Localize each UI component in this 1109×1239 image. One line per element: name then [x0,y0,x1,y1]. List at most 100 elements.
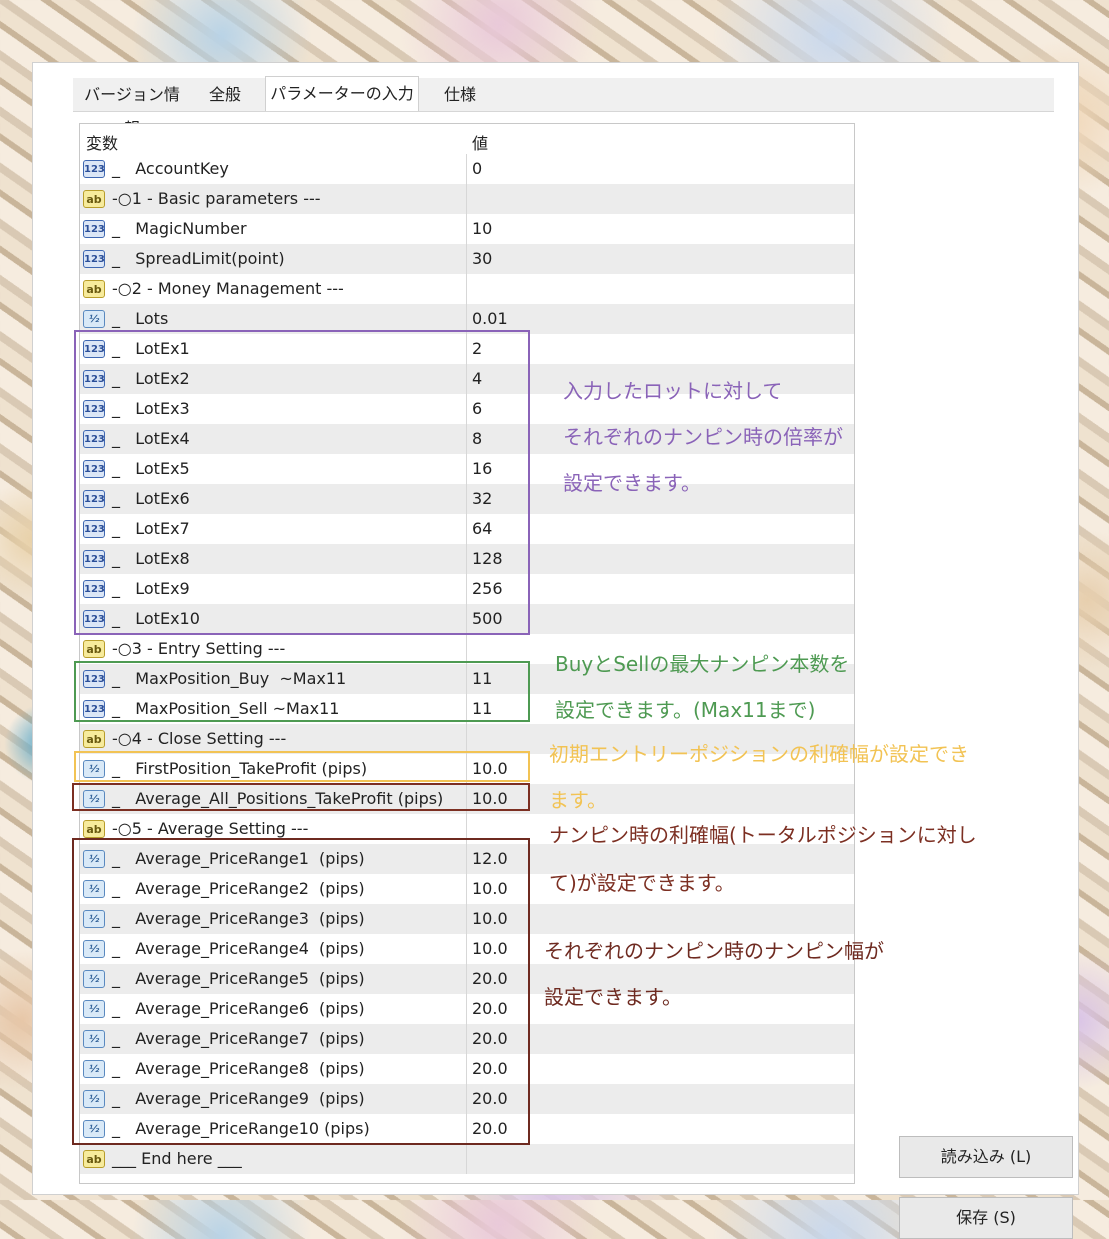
column-header-value[interactable]: 値 [472,130,488,154]
column-divider [466,334,467,364]
parameter-value[interactable]: 256 [472,579,503,598]
parameter-value[interactable]: 11 [472,699,492,718]
parameter-value[interactable]: 20.0 [472,1089,508,1108]
parameter-name: ___ End here ___ [112,1149,242,1168]
double-type-icon: ½ [83,1120,105,1138]
column-divider [466,394,467,424]
parameter-row[interactable]: ½ _ Average_PriceRange10 (pips) 20.0 [80,1114,854,1144]
parameter-row[interactable]: 123 _ MagicNumber 10 [80,214,854,244]
tab-specification[interactable]: 仕様 [425,78,495,112]
parameter-value[interactable]: 10.0 [472,759,508,778]
tab-version-info[interactable]: バージョン情報 [77,78,187,138]
annotation-line: 設定できます。(Max11まで) [555,698,816,722]
parameter-row[interactable]: 123 _ LotEx7 64 [80,514,854,544]
double-type-icon: ½ [83,760,105,778]
annotation-average-take-profit: ナンピン時の利確幅(トータルポジションに対し て)が設定できます。 [549,811,977,907]
parameter-row[interactable]: ½ _ Average_PriceRange7 (pips) 20.0 [80,1024,854,1054]
column-divider [466,484,467,514]
integer-type-icon: 123 [83,550,105,568]
column-divider [466,364,467,394]
parameter-value[interactable]: 8 [472,429,482,448]
annotation-line: ナンピン時の利確幅(トータルポジションに対し [549,823,977,847]
parameter-value[interactable]: 20.0 [472,1059,508,1078]
column-divider [466,754,467,784]
column-divider [466,934,467,964]
parameter-row[interactable]: 123 _ LotEx9 256 [80,574,854,604]
parameter-name: _ LotEx7 [112,519,190,538]
annotation-price-range: それぞれのナンピン時のナンピン幅が 設定できます。 [544,928,884,1020]
tab-input-parameters[interactable]: パラメーターの入力 [265,76,419,111]
parameter-row[interactable]: ½ _ Average_PriceRange8 (pips) 20.0 [80,1054,854,1084]
parameter-name: -○1 - Basic parameters --- [112,189,321,208]
parameter-name: _ Average_PriceRange4 (pips) [112,939,365,958]
parameter-value[interactable]: 2 [472,339,482,358]
parameter-name: _ LotEx10 [112,609,200,628]
parameter-value[interactable]: 16 [472,459,492,478]
parameter-name: _ SpreadLimit(point) [112,249,285,268]
integer-type-icon: 123 [83,490,105,508]
parameter-value[interactable]: 0 [472,159,482,178]
column-divider [466,994,467,1024]
parameter-row[interactable]: 123 _ LotEx10 500 [80,604,854,634]
double-type-icon: ½ [83,1090,105,1108]
parameter-name: _ Average_PriceRange6 (pips) [112,999,365,1018]
load-button[interactable]: 読み込み (L) [899,1136,1073,1178]
parameter-name: -○2 - Money Management --- [112,279,344,298]
parameter-name: _ LotEx8 [112,549,190,568]
parameter-row[interactable]: 123 _ SpreadLimit(point) 30 [80,244,854,274]
parameter-value[interactable]: 0.01 [472,309,508,328]
parameter-value[interactable]: 10.0 [472,789,508,808]
parameter-value[interactable]: 128 [472,549,503,568]
parameter-row[interactable]: 123 _ AccountKey 0 [80,154,854,184]
parameter-value[interactable]: 30 [472,249,492,268]
parameter-value[interactable]: 500 [472,609,503,628]
double-type-icon: ½ [83,790,105,808]
parameter-value[interactable]: 10.0 [472,879,508,898]
parameter-value[interactable]: 10 [472,219,492,238]
parameter-value[interactable]: 11 [472,669,492,688]
column-divider [466,574,467,604]
column-divider [466,244,467,274]
parameter-value[interactable]: 12.0 [472,849,508,868]
column-divider [466,1024,467,1054]
parameter-value[interactable]: 20.0 [472,1029,508,1048]
column-divider [466,1144,467,1174]
column-divider [466,814,467,844]
parameter-name: _ Average_PriceRange8 (pips) [112,1059,365,1078]
parameter-name: _ Lots [112,309,169,328]
column-header-variable[interactable]: 変数 [86,130,118,154]
parameter-value[interactable]: 20.0 [472,1119,508,1138]
column-divider [466,1114,467,1144]
parameter-name: _ Average_PriceRange9 (pips) [112,1089,365,1108]
parameter-row[interactable]: ab -○1 - Basic parameters --- [80,184,854,214]
parameter-name: _ Average_All_Positions_TakeProfit (pips… [112,789,444,808]
parameter-value[interactable]: 64 [472,519,492,538]
parameter-value[interactable]: 20.0 [472,999,508,1018]
tab-general[interactable]: 全般 [191,78,259,112]
parameter-value[interactable]: 20.0 [472,969,508,988]
column-divider [466,214,467,244]
column-divider [466,184,467,214]
column-divider [466,1084,467,1114]
parameter-row[interactable]: 123 _ LotEx1 2 [80,334,854,364]
parameter-value[interactable]: 32 [472,489,492,508]
column-divider [466,904,467,934]
parameter-value[interactable]: 10.0 [472,939,508,958]
double-type-icon: ½ [83,1060,105,1078]
parameter-name: _ LotEx6 [112,489,190,508]
parameter-name: _ LotEx4 [112,429,190,448]
parameter-row[interactable]: ab -○2 - Money Management --- [80,274,854,304]
column-divider [466,1054,467,1084]
save-button[interactable]: 保存 (S) [899,1197,1073,1239]
parameter-value[interactable]: 10.0 [472,909,508,928]
string-type-icon: ab [83,640,105,658]
string-type-icon: ab [83,820,105,838]
parameter-row[interactable]: ½ _ Lots 0.01 [80,304,854,334]
column-divider [466,784,467,814]
parameter-row[interactable]: ½ _ Average_PriceRange9 (pips) 20.0 [80,1084,854,1114]
parameter-row[interactable]: ab ___ End here ___ [80,1144,854,1174]
parameter-value[interactable]: 6 [472,399,482,418]
parameter-row[interactable]: 123 _ LotEx8 128 [80,544,854,574]
integer-type-icon: 123 [83,670,105,688]
parameter-value[interactable]: 4 [472,369,482,388]
